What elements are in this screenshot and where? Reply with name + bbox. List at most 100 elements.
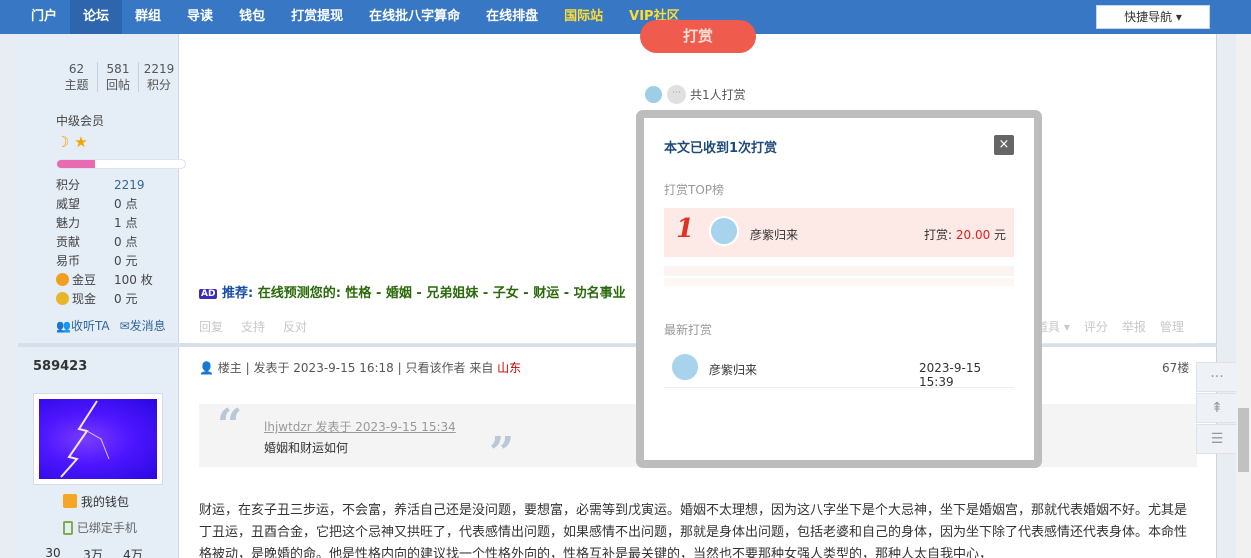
author-links: 👥收听TA ✉发消息 bbox=[56, 317, 166, 334]
info-row: 贡献 0 点 bbox=[56, 233, 186, 252]
author-name[interactable]: 589423 bbox=[33, 359, 87, 374]
nav-menu: 门户 论坛 群组 导读 钱包 打赏提现 在线批八字算命 在线排盘 国际站 VIP社区 bbox=[18, 0, 693, 34]
follow-link[interactable]: 👥收听TA bbox=[56, 317, 110, 334]
reward-amount-unit: 元 bbox=[990, 228, 1007, 242]
stat-label: 回帖 bbox=[105, 78, 130, 92]
message-link[interactable]: ✉发消息 bbox=[120, 317, 166, 334]
info-value: 100 枚 bbox=[114, 273, 153, 287]
top-nav: 门户 论坛 群组 导读 钱包 打赏提现 在线批八字算命 在线排盘 国际站 VIP社区 快捷导航 ▾ bbox=[0, 0, 1251, 34]
info-key-text: 现金 bbox=[72, 292, 97, 306]
post-admin-actions: 道具 ▾ 评分 举报 管理 bbox=[1036, 318, 1184, 335]
phone-icon bbox=[63, 521, 73, 535]
info-row: 现金 0 元 bbox=[56, 290, 186, 309]
action-0[interactable]: 回复 bbox=[199, 318, 223, 335]
action-2[interactable]: 反对 bbox=[283, 318, 307, 335]
stat-value: 581 bbox=[106, 62, 130, 76]
stat-2[interactable]: 2219 积分 bbox=[138, 62, 179, 92]
recommend-text[interactable]: 在线预测您的: 性格 - 婚姻 - 兄弟姐妹 - 子女 - 财运 - 功名事业 bbox=[258, 286, 626, 301]
nav-item-2[interactable]: 群组 bbox=[122, 0, 174, 34]
rewarder-name[interactable]: 彦紫归来 bbox=[750, 226, 798, 243]
post-location: 山东 bbox=[497, 361, 522, 375]
nav-item-8[interactable]: 国际站 bbox=[551, 0, 616, 34]
nav-item-7[interactable]: 在线排盘 bbox=[473, 0, 551, 34]
modal-title: 本文已收到1次打赏 bbox=[664, 141, 778, 156]
admin-action-3[interactable]: 管理 bbox=[1160, 318, 1184, 335]
lightning-avatar-image bbox=[39, 399, 157, 479]
info-row: 威望 0 点 bbox=[56, 195, 186, 214]
info-value: 0 点 bbox=[114, 235, 138, 249]
recommend-banner[interactable]: AD 推荐: 在线预测您的: 性格 - 婚姻 - 兄弟姐妹 - 子女 - 财运 … bbox=[199, 282, 639, 301]
bottom-stat[interactable]: 4万 bbox=[113, 546, 153, 558]
star-icon: ★ bbox=[74, 133, 88, 151]
quote-text: 婚姻和财运如何 bbox=[264, 441, 349, 455]
reward-amount: 打赏: 20.00 元 bbox=[924, 226, 1006, 243]
action-1[interactable]: 支持 bbox=[241, 318, 265, 335]
info-row: 魅力 1 点 bbox=[56, 214, 186, 233]
scrollbar-track[interactable] bbox=[1236, 34, 1251, 558]
bottom-stat[interactable]: 3万 bbox=[73, 546, 113, 558]
post-time: 发表于 2023-9-15 16:18 bbox=[253, 361, 394, 375]
nav-item-6[interactable]: 在线批八字算命 bbox=[356, 0, 473, 34]
stat-label: 主题 bbox=[64, 78, 89, 92]
nav-item-1[interactable]: 论坛 bbox=[70, 0, 123, 34]
rewarder-avatar[interactable] bbox=[709, 216, 739, 246]
reward-modal-panel: 本文已收到1次打赏 × 打赏TOP榜 1 彦紫归来 打赏: 20.00 元 最新… bbox=[644, 118, 1034, 460]
info-key-text: 金豆 bbox=[72, 273, 97, 287]
quick-nav-dropdown[interactable]: 快捷导航 ▾ bbox=[1096, 5, 1210, 29]
quote-source-link[interactable]: lhjwtdzr 发表于 2023-9-15 15:34 bbox=[264, 418, 456, 435]
reward-button[interactable]: 打赏 bbox=[640, 20, 756, 53]
back-to-top-icon[interactable]: ⇞ bbox=[1196, 393, 1238, 423]
open-quote-icon: “ bbox=[217, 400, 243, 451]
nav-item-0[interactable]: 门户 bbox=[18, 0, 70, 34]
latest-rewarder-name[interactable]: 彦紫归来 bbox=[709, 361, 757, 378]
stat-1[interactable]: 581 回帖 bbox=[97, 62, 138, 92]
info-row: 金豆 100 枚 bbox=[56, 271, 186, 290]
member-rank: 中级会员 bbox=[56, 114, 105, 128]
author-bottom-stats: 30 3万 4万 bbox=[33, 546, 153, 558]
info-key-text: 积分 bbox=[56, 178, 81, 192]
admin-action-2[interactable]: 举报 bbox=[1122, 318, 1146, 335]
info-value[interactable]: 2219 bbox=[114, 176, 145, 195]
latest-reward-time: 2023-9-15 15:39 bbox=[919, 361, 982, 389]
latest-heading: 最新打赏 bbox=[664, 323, 713, 337]
latest-rewarder-avatar[interactable] bbox=[670, 352, 700, 382]
empty-row bbox=[664, 266, 1014, 276]
post-body: 财运，在亥子丑三步运，不会富，养活自己还是没问题，要想富，必需等到戊寅运。婚姻不… bbox=[199, 503, 1188, 558]
admin-action-1[interactable]: 评分 bbox=[1084, 318, 1108, 335]
floor-number[interactable]: 67楼 bbox=[1162, 359, 1189, 376]
level-progress-fill bbox=[57, 160, 96, 168]
author-avatar[interactable] bbox=[33, 393, 163, 485]
more-supporters-icon[interactable]: ··· bbox=[667, 85, 686, 104]
info-row: 积分 2219 bbox=[56, 176, 186, 195]
wallet-label: 我的钱包 bbox=[80, 495, 129, 509]
reward-amount-label: 打赏: bbox=[924, 228, 956, 242]
scrollbar-thumb[interactable] bbox=[1238, 408, 1249, 472]
latest-item: 彦紫归来 2023-9-15 15:39 bbox=[664, 348, 1014, 389]
stat-label: 积分 bbox=[146, 78, 171, 92]
top-list-heading: 打赏TOP榜 bbox=[664, 183, 725, 197]
info-key-text: 魅力 bbox=[56, 216, 81, 230]
only-author-link[interactable]: 只看该作者 bbox=[405, 361, 465, 375]
comment-icon[interactable]: ··· bbox=[1196, 362, 1238, 392]
reward-modal: 本文已收到1次打赏 × 打赏TOP榜 1 彦紫归来 打赏: 20.00 元 最新… bbox=[636, 110, 1042, 468]
list-icon[interactable]: ☰ bbox=[1196, 424, 1238, 454]
nav-item-5[interactable]: 打赏提现 bbox=[278, 0, 356, 34]
coin-icon bbox=[56, 292, 69, 305]
rank-icons: ☽ ★ bbox=[56, 133, 88, 151]
coin-icon bbox=[56, 273, 69, 286]
nav-item-3[interactable]: 导读 bbox=[174, 0, 226, 34]
wallet-link[interactable]: 我的钱包 bbox=[63, 493, 129, 510]
bottom-stat[interactable]: 30 bbox=[33, 546, 73, 558]
supporter-avatar[interactable] bbox=[644, 85, 663, 104]
stat-value: 2219 bbox=[143, 62, 175, 76]
stat-0[interactable]: 62 主题 bbox=[56, 62, 97, 92]
empty-row bbox=[664, 278, 1014, 286]
info-key-text: 威望 bbox=[56, 197, 81, 211]
close-icon[interactable]: × bbox=[994, 135, 1014, 155]
supporters-list[interactable]: ··· 共1人打赏 bbox=[644, 85, 746, 104]
info-key-text: 贡献 bbox=[56, 235, 81, 249]
info-value: 0 点 bbox=[114, 197, 138, 211]
nav-item-4[interactable]: 钱包 bbox=[226, 0, 278, 34]
post-meta: 👤 楼主 | 发表于 2023-9-15 16:18 | 只看该作者 来自 山东 bbox=[199, 361, 522, 375]
author-info-list: 积分 2219 威望 0 点魅力 1 点贡献 0 点易币 0 元金豆 100 枚现金 0 元 bbox=[56, 176, 186, 309]
